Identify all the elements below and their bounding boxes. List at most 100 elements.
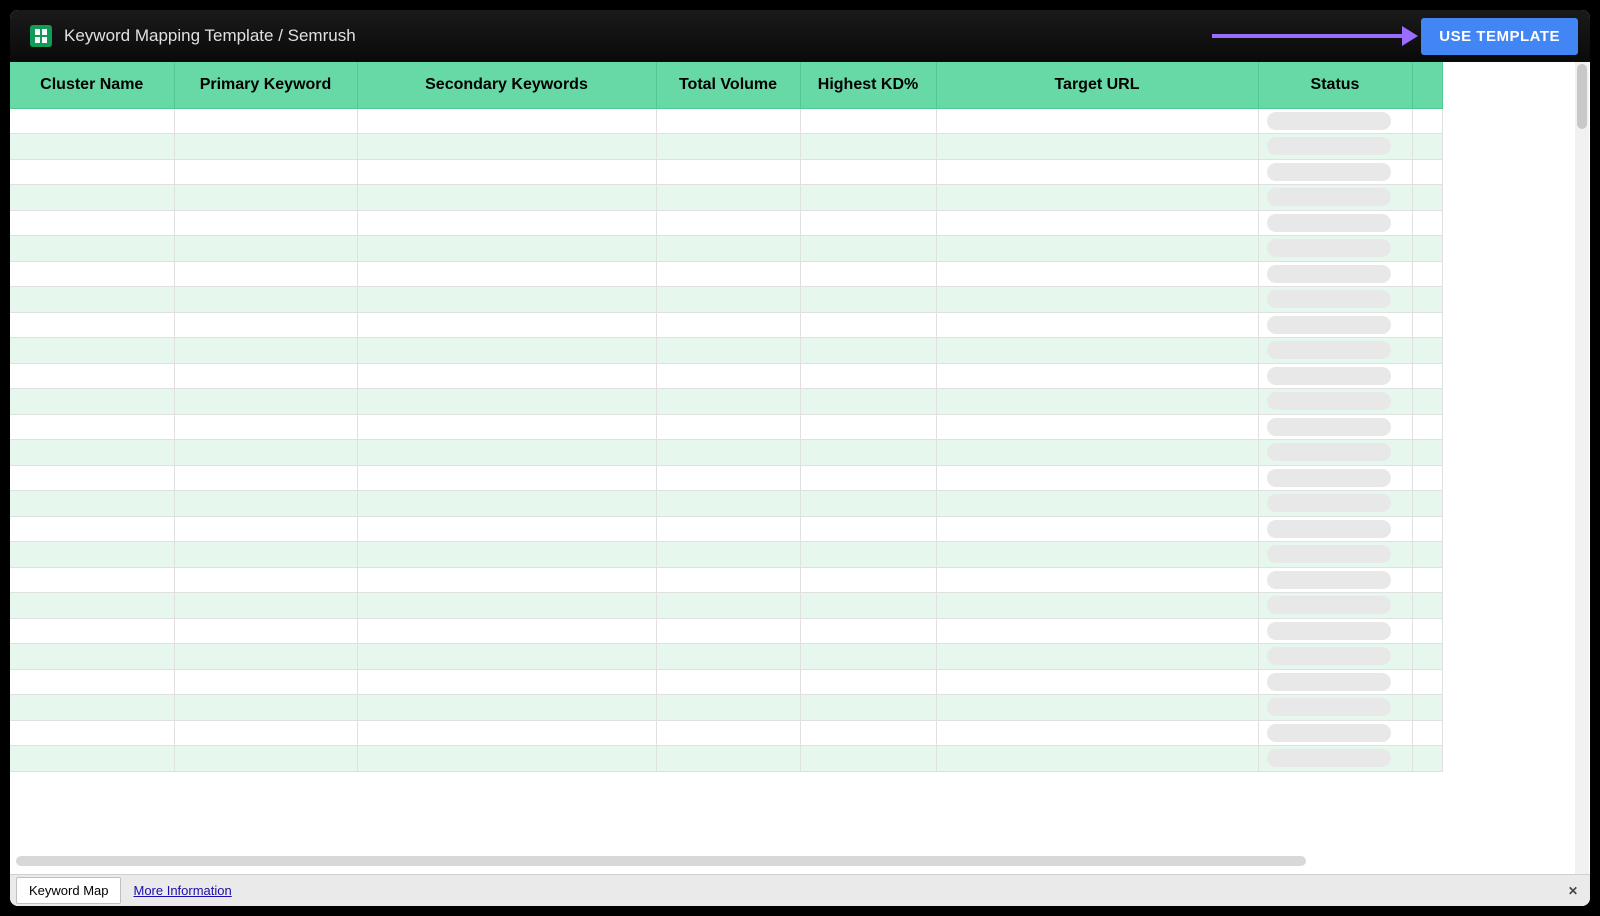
cell-kd[interactable] bbox=[800, 159, 936, 185]
cell-primary[interactable] bbox=[174, 491, 357, 517]
cell-status[interactable] bbox=[1258, 363, 1412, 389]
cell-cluster[interactable] bbox=[10, 312, 174, 338]
cell-cluster[interactable] bbox=[10, 593, 174, 619]
cell-kd[interactable] bbox=[800, 185, 936, 211]
column-header-url[interactable]: Target URL bbox=[936, 62, 1258, 108]
more-information-link[interactable]: More Information bbox=[133, 883, 231, 898]
cell-extra[interactable] bbox=[1412, 516, 1442, 542]
status-pill[interactable] bbox=[1267, 698, 1391, 716]
cell-kd[interactable] bbox=[800, 287, 936, 313]
cell-primary[interactable] bbox=[174, 108, 357, 134]
cell-kd[interactable] bbox=[800, 669, 936, 695]
cell-volume[interactable] bbox=[656, 108, 800, 134]
cell-volume[interactable] bbox=[656, 261, 800, 287]
cell-volume[interactable] bbox=[656, 312, 800, 338]
cell-status[interactable] bbox=[1258, 542, 1412, 568]
cell-status[interactable] bbox=[1258, 440, 1412, 466]
cell-cluster[interactable] bbox=[10, 567, 174, 593]
cell-volume[interactable] bbox=[656, 159, 800, 185]
cell-primary[interactable] bbox=[174, 440, 357, 466]
column-header-secondary[interactable]: Secondary Keywords bbox=[357, 62, 656, 108]
cell-status[interactable] bbox=[1258, 695, 1412, 721]
use-template-button[interactable]: USE TEMPLATE bbox=[1421, 18, 1578, 55]
cell-cluster[interactable] bbox=[10, 618, 174, 644]
cell-kd[interactable] bbox=[800, 261, 936, 287]
cell-volume[interactable] bbox=[656, 185, 800, 211]
cell-primary[interactable] bbox=[174, 593, 357, 619]
cell-primary[interactable] bbox=[174, 695, 357, 721]
cell-status[interactable] bbox=[1258, 414, 1412, 440]
cell-secondary[interactable] bbox=[357, 618, 656, 644]
cell-cluster[interactable] bbox=[10, 669, 174, 695]
cell-url[interactable] bbox=[936, 618, 1258, 644]
cell-cluster[interactable] bbox=[10, 516, 174, 542]
cell-status[interactable] bbox=[1258, 159, 1412, 185]
cell-extra[interactable] bbox=[1412, 414, 1442, 440]
cell-status[interactable] bbox=[1258, 312, 1412, 338]
cell-kd[interactable] bbox=[800, 210, 936, 236]
status-pill[interactable] bbox=[1267, 622, 1391, 640]
cell-volume[interactable] bbox=[656, 465, 800, 491]
cell-extra[interactable] bbox=[1412, 593, 1442, 619]
cell-secondary[interactable] bbox=[357, 236, 656, 262]
status-pill[interactable] bbox=[1267, 673, 1391, 691]
cell-volume[interactable] bbox=[656, 669, 800, 695]
cell-cluster[interactable] bbox=[10, 542, 174, 568]
column-header-cluster[interactable]: Cluster Name bbox=[10, 62, 174, 108]
cell-primary[interactable] bbox=[174, 669, 357, 695]
cell-volume[interactable] bbox=[656, 567, 800, 593]
cell-cluster[interactable] bbox=[10, 644, 174, 670]
cell-volume[interactable] bbox=[656, 618, 800, 644]
cell-cluster[interactable] bbox=[10, 287, 174, 313]
status-pill[interactable] bbox=[1267, 647, 1391, 665]
cell-cluster[interactable] bbox=[10, 414, 174, 440]
cell-extra[interactable] bbox=[1412, 363, 1442, 389]
cell-kd[interactable] bbox=[800, 542, 936, 568]
cell-cluster[interactable] bbox=[10, 440, 174, 466]
cell-volume[interactable] bbox=[656, 414, 800, 440]
cell-extra[interactable] bbox=[1412, 542, 1442, 568]
cell-secondary[interactable] bbox=[357, 389, 656, 415]
cell-url[interactable] bbox=[936, 720, 1258, 746]
cell-volume[interactable] bbox=[656, 236, 800, 262]
cell-volume[interactable] bbox=[656, 516, 800, 542]
cell-cluster[interactable] bbox=[10, 465, 174, 491]
cell-secondary[interactable] bbox=[357, 593, 656, 619]
cell-volume[interactable] bbox=[656, 542, 800, 568]
cell-url[interactable] bbox=[936, 542, 1258, 568]
cell-secondary[interactable] bbox=[357, 669, 656, 695]
cell-primary[interactable] bbox=[174, 312, 357, 338]
cell-cluster[interactable] bbox=[10, 185, 174, 211]
cell-extra[interactable] bbox=[1412, 644, 1442, 670]
cell-primary[interactable] bbox=[174, 465, 357, 491]
cell-cluster[interactable] bbox=[10, 338, 174, 364]
cell-primary[interactable] bbox=[174, 516, 357, 542]
cell-extra[interactable] bbox=[1412, 134, 1442, 160]
cell-url[interactable] bbox=[936, 108, 1258, 134]
cell-url[interactable] bbox=[936, 210, 1258, 236]
cell-secondary[interactable] bbox=[357, 185, 656, 211]
status-pill[interactable] bbox=[1267, 239, 1391, 257]
cell-primary[interactable] bbox=[174, 542, 357, 568]
cell-primary[interactable] bbox=[174, 414, 357, 440]
cell-kd[interactable] bbox=[800, 618, 936, 644]
cell-extra[interactable] bbox=[1412, 440, 1442, 466]
cell-cluster[interactable] bbox=[10, 363, 174, 389]
cell-status[interactable] bbox=[1258, 465, 1412, 491]
cell-status[interactable] bbox=[1258, 746, 1412, 772]
cell-primary[interactable] bbox=[174, 618, 357, 644]
cell-url[interactable] bbox=[936, 695, 1258, 721]
status-pill[interactable] bbox=[1267, 724, 1391, 742]
status-pill[interactable] bbox=[1267, 112, 1391, 130]
cell-extra[interactable] bbox=[1412, 236, 1442, 262]
cell-kd[interactable] bbox=[800, 720, 936, 746]
cell-primary[interactable] bbox=[174, 389, 357, 415]
cell-primary[interactable] bbox=[174, 287, 357, 313]
cell-extra[interactable] bbox=[1412, 210, 1442, 236]
status-pill[interactable] bbox=[1267, 188, 1391, 206]
cell-kd[interactable] bbox=[800, 108, 936, 134]
cell-url[interactable] bbox=[936, 338, 1258, 364]
column-header-status[interactable]: Status bbox=[1258, 62, 1412, 108]
cell-primary[interactable] bbox=[174, 363, 357, 389]
cell-url[interactable] bbox=[936, 287, 1258, 313]
